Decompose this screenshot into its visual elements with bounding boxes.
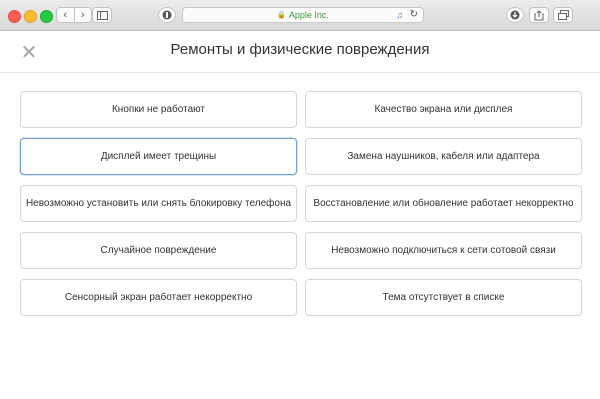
- close-window-button[interactable]: [8, 10, 21, 23]
- option-screen-quality[interactable]: Качество экрана или дисплея: [305, 91, 582, 128]
- option-topic-not-listed[interactable]: Тема отсутствует в списке: [305, 279, 582, 316]
- downloads-button[interactable]: [506, 7, 524, 23]
- lock-icon: 🔒: [277, 12, 286, 19]
- address-text: Apple Inc.: [288, 10, 329, 20]
- share-button[interactable]: [529, 7, 549, 23]
- reload-icon[interactable]: ↻: [410, 9, 418, 20]
- header-divider: [0, 72, 600, 73]
- sidebar-icon: [96, 10, 108, 20]
- option-accidental-damage[interactable]: Случайное повреждение: [20, 232, 297, 269]
- option-touchscreen[interactable]: Сенсорный экран работает некорректно: [20, 279, 297, 316]
- option-lock-unlock-phone[interactable]: Невозможно установить или снять блокиров…: [20, 185, 297, 222]
- page-title: Ремонты и физические повреждения: [170, 41, 430, 58]
- browser-window: ‹ › 🔒 Apple Inc. ♫ ↻ ✕ Ремонты и физичес…: [0, 0, 600, 399]
- option-buttons-not-working[interactable]: Кнопки не работают: [20, 91, 297, 128]
- privacy-report-button[interactable]: [158, 7, 176, 23]
- download-icon: [510, 10, 520, 20]
- option-restore-update[interactable]: Восстановление или обновление работает н…: [305, 185, 582, 222]
- forward-icon[interactable]: ›: [73, 8, 92, 22]
- navigation-buttons: ‹ ›: [56, 7, 92, 23]
- tabs-icon: [557, 10, 569, 20]
- shield-icon: [162, 10, 172, 20]
- tabs-overview-button[interactable]: [553, 7, 573, 23]
- audio-icon[interactable]: ♫: [396, 10, 403, 20]
- browser-toolbar: ‹ › 🔒 Apple Inc. ♫ ↻: [0, 0, 600, 31]
- zoom-window-button[interactable]: [40, 10, 53, 23]
- share-icon: [534, 9, 544, 20]
- option-cellular-network[interactable]: Невозможно подключиться к сети сотовой с…: [305, 232, 582, 269]
- address-bar[interactable]: 🔒 Apple Inc. ♫ ↻: [182, 7, 424, 23]
- minimize-window-button[interactable]: [24, 10, 37, 23]
- options-grid: Кнопки не работают Качество экрана или д…: [20, 91, 582, 316]
- back-icon[interactable]: ‹: [57, 8, 74, 22]
- option-headphones-cable-adapter[interactable]: Замена наушников, кабеля или адаптера: [305, 138, 582, 175]
- sidebar-toggle-button[interactable]: [92, 7, 112, 23]
- option-cracked-display[interactable]: Дисплей имеет трещины: [20, 138, 297, 175]
